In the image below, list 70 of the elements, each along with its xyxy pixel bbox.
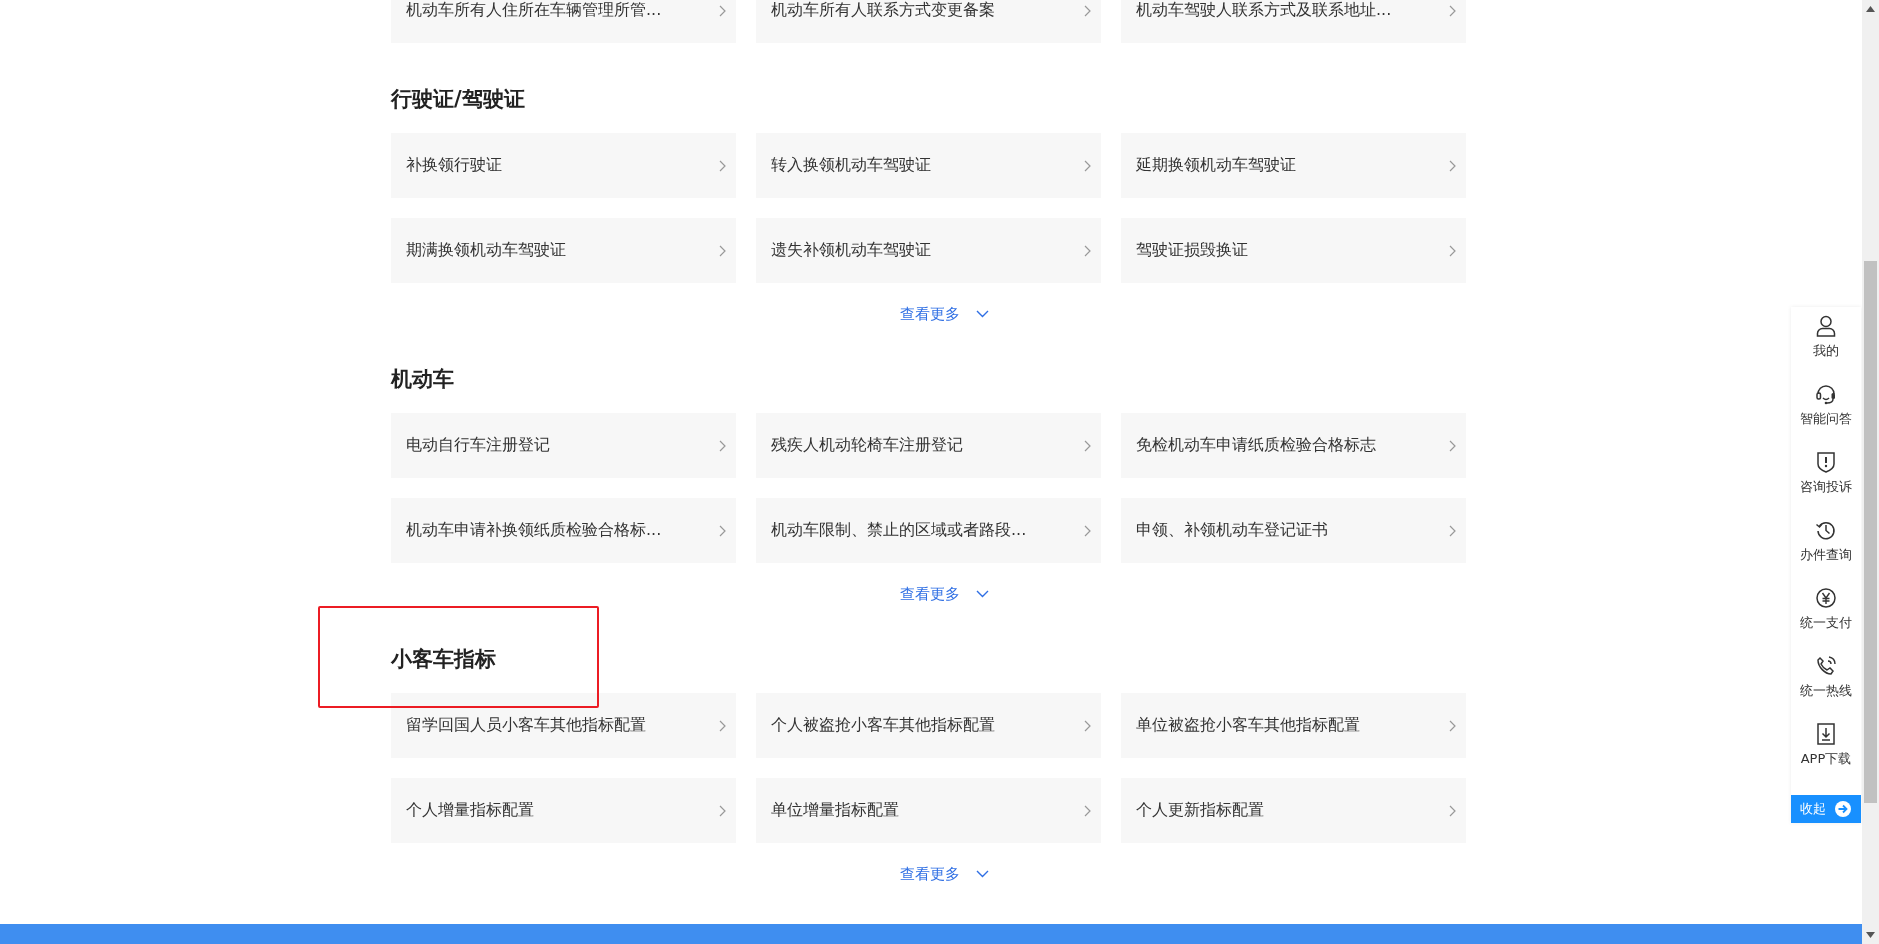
side-menu-item[interactable]: APP下载	[1791, 723, 1861, 791]
section-title: 小客车指标	[391, 646, 496, 673]
chevron-right-icon	[1084, 804, 1091, 817]
history-icon	[1815, 519, 1837, 541]
chevron-right-icon	[719, 804, 726, 817]
section-title: 行驶证/驾驶证	[391, 86, 525, 113]
service-card[interactable]: 个人被盗抢小客车其他指标配置	[756, 693, 1101, 758]
headset-icon	[1815, 383, 1837, 405]
view-more-link[interactable]: 查看更多	[900, 299, 989, 329]
section-title: 机动车	[391, 366, 454, 393]
side-menu-item[interactable]: 咨询投诉	[1791, 451, 1861, 519]
chevron-down-icon	[976, 590, 989, 598]
chevron-right-icon	[719, 524, 726, 537]
chevron-down-icon	[976, 870, 989, 878]
scrollbar[interactable]	[1862, 0, 1879, 944]
chevron-right-icon	[1449, 244, 1456, 257]
scroll-up-icon[interactable]	[1866, 6, 1875, 12]
chevron-right-icon	[1084, 524, 1091, 537]
service-card[interactable]: 申领、补领机动车登记证书	[1121, 498, 1466, 563]
chevron-right-icon	[1449, 4, 1456, 17]
chevron-down-icon	[976, 310, 989, 318]
service-card[interactable]: 残疾人机动轮椅车注册登记	[756, 413, 1101, 478]
side-menu-item[interactable]: 我的	[1791, 315, 1861, 383]
service-card[interactable]: 个人增量指标配置	[391, 778, 736, 843]
side-menu-item[interactable]: 智能问答	[1791, 383, 1861, 451]
service-card[interactable]: 单位增量指标配置	[756, 778, 1101, 843]
service-card[interactable]: 机动车所有人住所在车辆管理所管...	[391, 0, 736, 43]
side-menu-item[interactable]: 统一支付	[1791, 587, 1861, 655]
scroll-down-icon[interactable]	[1866, 932, 1875, 938]
view-more-link[interactable]: 查看更多	[900, 859, 989, 889]
service-card[interactable]: 期满换领机动车驾驶证	[391, 218, 736, 283]
chevron-right-icon	[1449, 439, 1456, 452]
view-more-link[interactable]: 查看更多	[900, 579, 989, 609]
chevron-right-icon	[1449, 159, 1456, 172]
chevron-right-icon	[1449, 719, 1456, 732]
chevron-right-icon	[1449, 524, 1456, 537]
service-card[interactable]: 遗失补领机动车驾驶证	[756, 218, 1101, 283]
side-menu-item[interactable]: 办件查询	[1791, 519, 1861, 587]
chevron-right-icon	[719, 719, 726, 732]
chevron-right-icon	[1084, 244, 1091, 257]
service-card[interactable]: 延期换领机动车驾驶证	[1121, 133, 1466, 198]
yen-icon	[1815, 587, 1837, 609]
service-card[interactable]: 补换领行驶证	[391, 133, 736, 198]
scrollbar-thumb[interactable]	[1864, 261, 1877, 803]
person-icon	[1816, 315, 1836, 337]
service-card[interactable]: 转入换领机动车驾驶证	[756, 133, 1101, 198]
chevron-right-icon	[719, 439, 726, 452]
arrow-right-icon	[1834, 800, 1852, 818]
side-menu-item[interactable]: 统一热线	[1791, 655, 1861, 723]
service-card[interactable]: 留学回国人员小客车其他指标配置	[391, 693, 736, 758]
service-card[interactable]: 个人更新指标配置	[1121, 778, 1466, 843]
service-card[interactable]: 机动车所有人联系方式变更备案	[756, 0, 1101, 43]
service-card[interactable]: 驾驶证损毁换证	[1121, 218, 1466, 283]
service-card[interactable]: 免检机动车申请纸质检验合格标志	[1121, 413, 1466, 478]
shield-alert-icon	[1816, 451, 1836, 473]
chevron-right-icon	[1084, 439, 1091, 452]
service-card[interactable]: 机动车限制、禁止的区域或者路段...	[756, 498, 1101, 563]
download-icon	[1817, 723, 1835, 745]
chevron-right-icon	[719, 4, 726, 17]
chevron-right-icon	[1449, 804, 1456, 817]
service-card[interactable]: 机动车驾驶人联系方式及联系地址...	[1121, 0, 1466, 43]
service-card[interactable]: 单位被盗抢小客车其他指标配置	[1121, 693, 1466, 758]
service-card[interactable]: 机动车申请补换领纸质检验合格标...	[391, 498, 736, 563]
chevron-right-icon	[1084, 4, 1091, 17]
chevron-right-icon	[719, 159, 726, 172]
chevron-right-icon	[1084, 159, 1091, 172]
phone-icon	[1815, 655, 1837, 677]
chevron-right-icon	[1084, 719, 1091, 732]
chevron-right-icon	[719, 244, 726, 257]
service-card[interactable]: 电动自行车注册登记	[391, 413, 736, 478]
